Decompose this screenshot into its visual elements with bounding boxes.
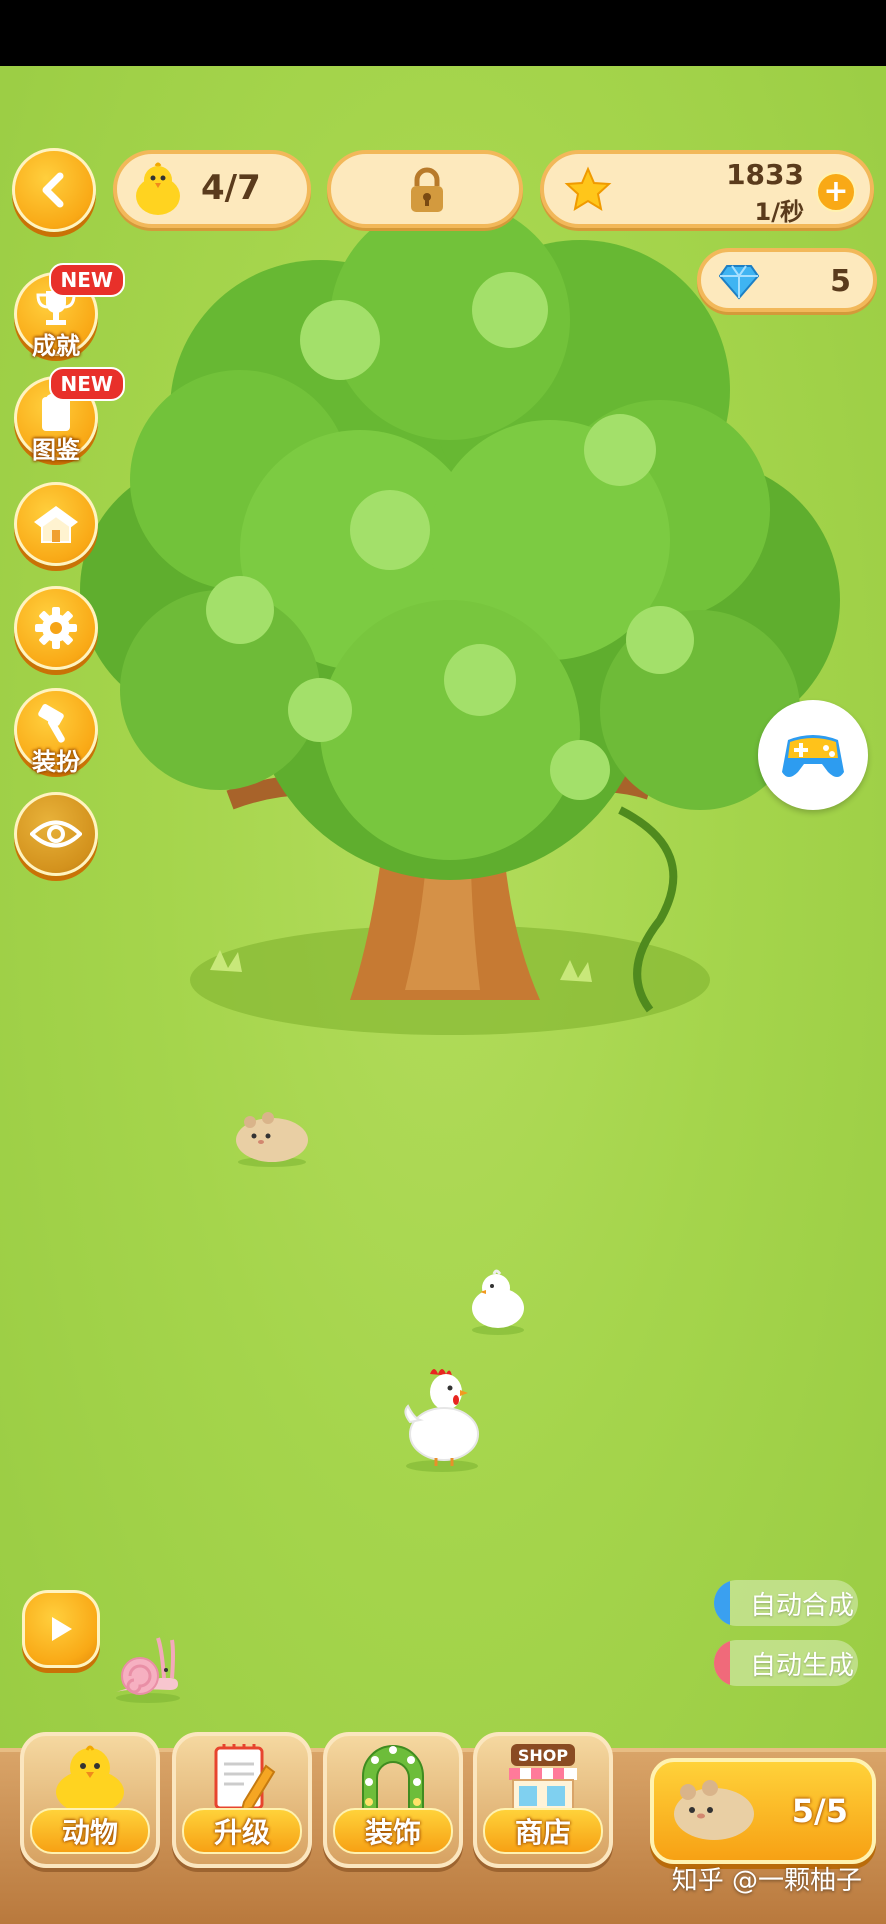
tree <box>80 210 840 1035</box>
chick-count-value: 4/7 <box>201 168 261 208</box>
chick-icon <box>24 1744 156 1816</box>
add-coin-button[interactable]: + <box>816 172 856 212</box>
play-icon <box>52 1617 72 1641</box>
hamster <box>236 1112 308 1167</box>
spawn-count: 5/5 <box>791 1792 848 1830</box>
status-bar <box>0 0 886 66</box>
chick-icon <box>136 162 180 215</box>
shop-icon: SHOP <box>477 1744 609 1816</box>
white-chick <box>472 1269 524 1335</box>
play-button[interactable] <box>22 1590 100 1668</box>
flower-arch-icon <box>327 1744 459 1817</box>
notepad-pencil-icon <box>176 1744 308 1816</box>
new-badge: NEW <box>48 367 125 401</box>
collection-button[interactable]: 图鉴 NEW <box>14 367 125 464</box>
coin-rate: 1/秒 <box>754 198 804 226</box>
star-icon <box>564 166 612 212</box>
locked-slot[interactable] <box>327 150 523 228</box>
tab-upgrade-label: 升级 <box>182 1808 302 1854</box>
gear-icon <box>35 607 77 649</box>
spawn-animal-button[interactable]: 5/5 <box>650 1758 876 1864</box>
auto-merge-label: 自动合成 <box>750 1590 855 1621</box>
gem-pill: 5 <box>697 248 877 312</box>
snail <box>116 1637 180 1703</box>
chick-count-pill: 4/7 <box>113 150 311 228</box>
tab-shop-label: 商店 <box>483 1808 603 1854</box>
auto-merge-toggle[interactable]: 自动合成 <box>714 1580 858 1626</box>
achievement-button[interactable]: 成就 NEW <box>14 263 125 360</box>
auto-generate-toggle[interactable]: 自动生成 <box>714 1640 858 1686</box>
shop-sign-text: SHOP <box>518 1746 569 1765</box>
toggle-indicator <box>714 1640 730 1686</box>
white-hen <box>404 1369 479 1472</box>
tab-upgrade[interactable]: 升级 <box>172 1732 312 1868</box>
dress-up-label: 装扮 <box>32 748 80 776</box>
hamster-icon <box>674 1780 754 1840</box>
plus-icon: + <box>823 174 849 209</box>
chevron-left-icon <box>42 172 64 208</box>
minigame-button[interactable] <box>758 700 868 810</box>
diamond-icon <box>719 265 759 300</box>
tab-decorations-label: 装饰 <box>333 1808 453 1854</box>
collection-label: 图鉴 <box>32 436 80 464</box>
watermark: 知乎 @一颗柚子 <box>671 1866 862 1896</box>
eye-icon <box>30 820 82 848</box>
tab-decorations[interactable]: 装饰 <box>323 1732 463 1868</box>
tab-animals[interactable]: 动物 <box>20 1732 160 1868</box>
auto-generate-label: 自动生成 <box>750 1650 855 1681</box>
tab-animals-label: 动物 <box>30 1808 150 1854</box>
house-icon <box>34 506 78 543</box>
new-badge: NEW <box>48 263 125 297</box>
gem-value: 5 <box>830 264 851 299</box>
tab-shop[interactable]: SHOP 商店 <box>473 1732 613 1868</box>
toggle-indicator <box>714 1580 730 1626</box>
coin-pill: 1833 1/秒 + <box>540 150 874 228</box>
view-toggle-button[interactable] <box>14 792 98 876</box>
gamepad-icon <box>782 735 844 777</box>
back-button[interactable] <box>12 148 96 232</box>
house-button[interactable] <box>14 482 98 566</box>
coin-value: 1833 <box>726 158 804 191</box>
dress-up-button[interactable]: 装扮 <box>14 688 98 776</box>
lock-icon <box>411 167 443 212</box>
achievement-label: 成就 <box>32 332 80 360</box>
settings-button[interactable] <box>14 586 98 670</box>
